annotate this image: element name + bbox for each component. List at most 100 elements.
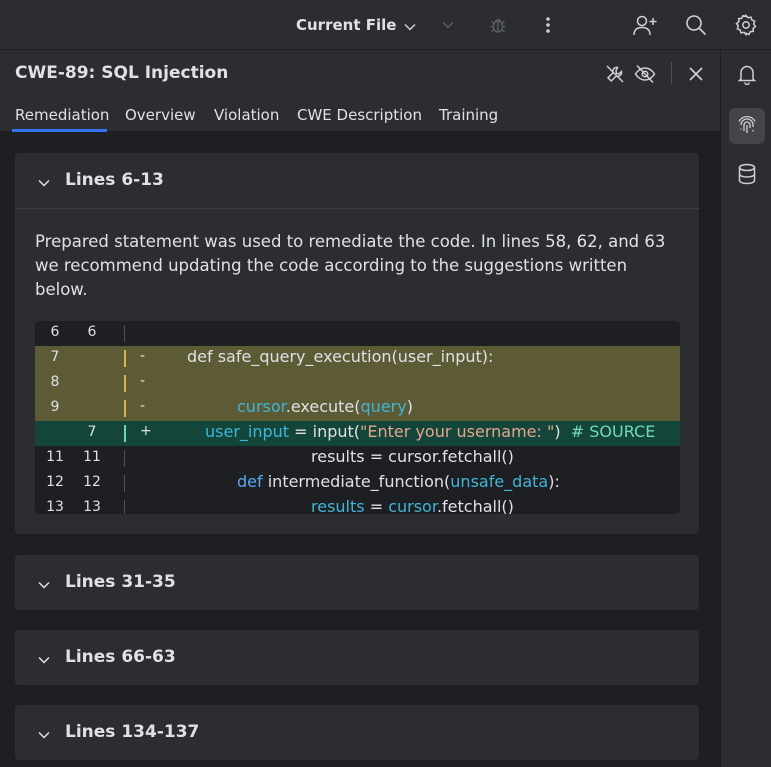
code-token: def safe_query_execution(user_input): bbox=[187, 347, 494, 366]
code-diff-view[interactable]: 6 6 7- def safe_query_execution(user_input)… bbox=[35, 321, 680, 514]
diff-gutter-bar bbox=[124, 400, 126, 417]
section-divider bbox=[15, 208, 699, 209]
old-line-number: 13 bbox=[46, 499, 64, 514]
code-line-text: cursor.execute(query) bbox=[237, 397, 413, 416]
code-diff-row: 7 + user_input = input("Enter your usernam… bbox=[35, 421, 680, 446]
eye-off-icon[interactable] bbox=[633, 62, 657, 86]
code-token: results = cursor.fetchall() bbox=[311, 447, 514, 466]
close-icon[interactable] bbox=[684, 62, 708, 86]
diff-gutter-bar bbox=[124, 350, 126, 367]
code-line-text: results = cursor.fetchall() bbox=[311, 497, 514, 514]
code-token: = input( bbox=[289, 422, 361, 441]
code-diff-row: 7 - def safe_query_execution(user_input): bbox=[35, 346, 680, 371]
remediation-section: Lines 31-35 bbox=[15, 555, 699, 610]
settings-gear-icon[interactable] bbox=[734, 13, 758, 37]
remediation-content: Lines 6-13 Prepared statement was used t… bbox=[0, 132, 720, 767]
tab-training[interactable]: Training bbox=[439, 102, 498, 132]
code-line-text: def safe_query_execution(user_input): bbox=[187, 347, 493, 366]
tab-remediation[interactable]: Remediation bbox=[12, 102, 109, 132]
top-toolbar: Current File bbox=[0, 0, 771, 50]
add-user-icon[interactable] bbox=[633, 13, 657, 37]
section-header[interactable]: Lines 6-13 bbox=[15, 153, 699, 208]
database-icon bbox=[737, 163, 757, 189]
diff-gutter-bar bbox=[124, 450, 125, 467]
chevron-down-icon[interactable] bbox=[436, 13, 460, 37]
run-config-selector[interactable]: Current File bbox=[296, 14, 416, 36]
code-diff-row: 12 12 def intermediate_function(unsafe_dat… bbox=[35, 471, 680, 496]
security-fingerprint-button[interactable] bbox=[729, 108, 765, 144]
section-title: Lines 66-63 bbox=[65, 647, 176, 667]
new-line-number: 12 bbox=[83, 474, 101, 490]
panel-tabs: Remediation Overview Violation CWE Descr… bbox=[0, 102, 720, 132]
diff-gutter-bar bbox=[124, 325, 125, 342]
more-vertical-icon[interactable] bbox=[536, 13, 560, 37]
remediation-section: Lines 6-13 Prepared statement was used t… bbox=[15, 153, 699, 534]
code-token: # SOURCE bbox=[570, 422, 656, 441]
code-token: query bbox=[360, 397, 407, 416]
section-title: Lines 134-137 bbox=[65, 722, 200, 742]
old-line-number: 8 bbox=[50, 374, 60, 390]
old-line-number: 9 bbox=[50, 399, 60, 415]
old-line-number: 7 bbox=[50, 349, 60, 365]
old-line-number: 12 bbox=[46, 474, 64, 490]
chevron-down-icon bbox=[38, 574, 50, 593]
code-token: = bbox=[364, 497, 389, 514]
debug-bug-icon[interactable] bbox=[486, 13, 510, 37]
wrench-off-icon[interactable] bbox=[603, 62, 627, 86]
new-line-number: 11 bbox=[83, 449, 101, 465]
code-token: intermediate_function( bbox=[262, 472, 451, 491]
diff-marker: - bbox=[140, 398, 146, 414]
code-token: "Enter your username: " bbox=[360, 422, 555, 441]
header-divider bbox=[671, 62, 672, 84]
notifications-button[interactable] bbox=[729, 58, 765, 94]
chevron-down-icon bbox=[38, 724, 50, 743]
panel-title: CWE-89: SQL Injection bbox=[15, 63, 229, 83]
code-diff-row: 66 bbox=[35, 321, 680, 346]
section-header[interactable]: Lines 66-63 bbox=[15, 630, 699, 685]
code-token: ): bbox=[548, 472, 560, 491]
remediation-section: Lines 66-63 bbox=[15, 630, 699, 685]
diff-gutter-bar bbox=[124, 475, 125, 492]
bell-icon bbox=[737, 63, 757, 89]
chevron-down-icon bbox=[38, 172, 50, 191]
tab-violation[interactable]: Violation bbox=[214, 102, 279, 132]
chevron-down-icon bbox=[38, 649, 50, 668]
code-diff-row: 9 - cursor.execute(query) bbox=[35, 396, 680, 421]
vulnerability-panel: CWE-89: SQL Injection Remediation Overvi… bbox=[0, 50, 720, 767]
fingerprint-icon bbox=[736, 113, 758, 139]
section-header[interactable]: Lines 31-35 bbox=[15, 555, 699, 610]
code-token: unsafe_data bbox=[450, 472, 549, 491]
section-title: Lines 6-13 bbox=[65, 170, 164, 190]
code-token: cursor bbox=[388, 497, 437, 514]
code-token: .fetchall() bbox=[436, 497, 514, 514]
code-token: ) bbox=[406, 397, 413, 416]
panel-header: CWE-89: SQL Injection bbox=[0, 50, 720, 98]
diff-marker: - bbox=[140, 348, 146, 364]
code-diff-row: 8- bbox=[35, 371, 680, 396]
code-token: ) bbox=[554, 422, 571, 441]
chevron-down-icon bbox=[404, 16, 416, 35]
section-title: Lines 31-35 bbox=[65, 572, 176, 592]
diff-marker: - bbox=[140, 373, 146, 389]
code-diff-row: 13 13 results = cursor.fetchall() bbox=[35, 496, 680, 514]
right-tool-strip bbox=[720, 50, 771, 767]
diff-gutter-bar bbox=[124, 425, 126, 442]
new-line-number: 6 bbox=[87, 324, 97, 340]
code-token: def bbox=[237, 472, 263, 491]
code-token: .execute( bbox=[285, 397, 361, 416]
tab-cwe-description[interactable]: CWE Description bbox=[297, 102, 422, 132]
tab-overview[interactable]: Overview bbox=[125, 102, 196, 132]
code-token: user_input bbox=[205, 422, 290, 441]
run-config-label: Current File bbox=[296, 16, 397, 34]
diff-gutter-bar bbox=[124, 500, 125, 514]
code-line-text: user_input = input("Enter your username:… bbox=[205, 422, 655, 441]
new-line-number: 7 bbox=[87, 424, 97, 440]
old-line-number: 6 bbox=[50, 324, 60, 340]
search-icon[interactable] bbox=[684, 13, 708, 37]
code-token: results bbox=[311, 497, 365, 514]
section-header[interactable]: Lines 134-137 bbox=[15, 705, 699, 760]
diff-gutter-bar bbox=[124, 375, 126, 392]
diff-marker: + bbox=[140, 423, 152, 439]
new-line-number: 13 bbox=[83, 499, 101, 514]
database-button[interactable] bbox=[729, 158, 765, 194]
